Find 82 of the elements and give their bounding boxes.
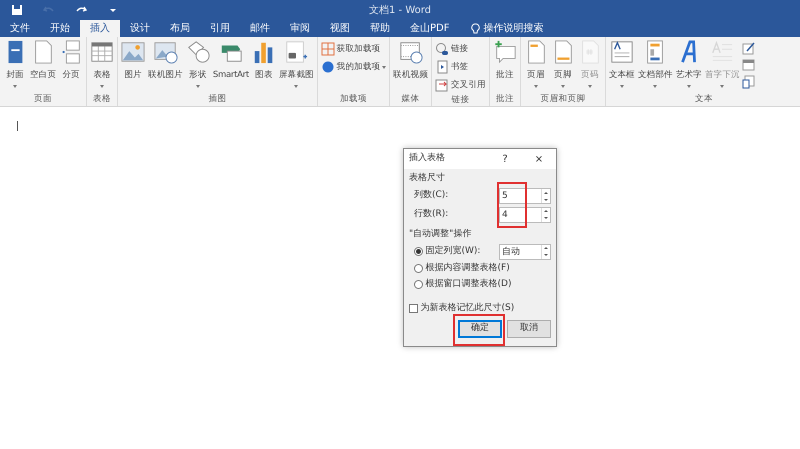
ribbon-tab[interactable]: 邮件 bbox=[240, 20, 280, 37]
help-button[interactable]: ? bbox=[488, 149, 522, 169]
checkbox[interactable] bbox=[409, 304, 418, 313]
field-label: 列数(C): bbox=[414, 189, 450, 202]
ribbon-tab[interactable]: 设计 bbox=[120, 20, 160, 37]
ribbon-tab[interactable]: 文件 bbox=[0, 20, 40, 37]
ribbon-button[interactable]: 艺术字 bbox=[674, 40, 703, 88]
date-time-icon[interactable] bbox=[742, 58, 756, 72]
dialog-button[interactable]: 取消 bbox=[507, 320, 551, 338]
width-spinner[interactable]: 自动 bbox=[499, 244, 551, 260]
online-video-icon bbox=[398, 40, 423, 64]
dialog-title: 插入表格 bbox=[409, 152, 446, 166]
save-icon bbox=[10, 3, 24, 17]
cross-reference-icon bbox=[435, 78, 450, 92]
ribbon-tab[interactable]: 布局 bbox=[160, 20, 200, 37]
ribbon-button[interactable]: 联机图片 bbox=[147, 40, 184, 82]
add-in-icon bbox=[320, 60, 335, 74]
lightbulb-icon bbox=[471, 22, 480, 34]
group-label: 链接 bbox=[450, 94, 470, 107]
ribbon-button[interactable]: 封面 bbox=[2, 40, 28, 88]
section-label: "自动调整"操作 bbox=[409, 228, 472, 240]
ribbon-button[interactable]: 表格 bbox=[89, 40, 116, 88]
group-label: 批注 bbox=[494, 93, 515, 106]
ribbon-button[interactable]: 页眉 bbox=[522, 40, 549, 88]
ribbon-button[interactable]: 我的加载项 bbox=[320, 59, 388, 75]
option-label: 根据内容调整表格(F) bbox=[426, 262, 511, 275]
ribbon-tab[interactable]: 开始 bbox=[40, 20, 80, 37]
bookmark-icon bbox=[435, 60, 450, 74]
ribbon-tab[interactable]: 金山PDF bbox=[400, 20, 460, 37]
ribbon-button[interactable]: 空白页 bbox=[29, 40, 58, 82]
field-label: 行数(R): bbox=[414, 208, 450, 221]
radio-button[interactable] bbox=[414, 264, 423, 274]
picture-icon bbox=[121, 40, 146, 64]
object-icon[interactable] bbox=[742, 75, 756, 89]
comment-icon bbox=[492, 40, 517, 64]
ribbon-button[interactable]: 交叉引用 bbox=[434, 77, 487, 93]
online-picture-icon bbox=[154, 40, 178, 64]
ribbon-button[interactable]: 链接 bbox=[434, 41, 487, 57]
option-label: 根据窗口调整表格(D) bbox=[426, 278, 512, 291]
group-label: 加载项 bbox=[338, 93, 368, 106]
option-label: 固定列宽(W): bbox=[426, 244, 482, 258]
radio-button[interactable] bbox=[414, 280, 423, 290]
ribbon-button[interactable]: 图片 bbox=[120, 40, 146, 82]
ribbon-button[interactable]: 文档部件 bbox=[636, 40, 674, 88]
ribbon-button[interactable]: 批注 bbox=[492, 40, 518, 82]
ribbon-button[interactable]: 分页 bbox=[58, 40, 84, 82]
ribbon-button[interactable]: 文本框 bbox=[608, 40, 636, 88]
ribbon-tab[interactable]: 引用 bbox=[200, 20, 240, 37]
group-label: 插图 bbox=[207, 93, 228, 106]
ribbon-button[interactable]: 图表 bbox=[250, 40, 277, 82]
radio-button[interactable] bbox=[414, 247, 423, 256]
ribbon-button[interactable]: 页脚 bbox=[550, 40, 576, 88]
number-spinner[interactable]: 4 bbox=[499, 206, 551, 222]
window-title: 文档1 - Word bbox=[368, 5, 432, 16]
group-label: 页眉和页脚 bbox=[539, 93, 586, 106]
number-spinner[interactable]: 5 bbox=[499, 188, 551, 204]
table-icon bbox=[90, 40, 114, 64]
ribbon-button[interactable]: 形状 bbox=[184, 40, 211, 88]
link-icon bbox=[435, 42, 450, 56]
ribbon-button[interactable]: 联机视频 bbox=[392, 40, 430, 82]
add-in-store-icon bbox=[320, 42, 335, 56]
text-cursor bbox=[17, 121, 18, 131]
dialog-button[interactable]: 确定 bbox=[458, 320, 502, 338]
close-button[interactable]: × bbox=[522, 149, 556, 169]
group-label: 表格 bbox=[92, 93, 112, 106]
group-label: 页面 bbox=[33, 93, 54, 106]
group-label: 媒体 bbox=[400, 93, 421, 106]
ribbon-button[interactable]: 书签 bbox=[434, 59, 487, 75]
ribbon-button[interactable]: 获取加载项 bbox=[320, 41, 388, 57]
tell-me-search[interactable]: 操作说明搜索 bbox=[465, 20, 550, 37]
ribbon-tab[interactable]: 视图 bbox=[320, 20, 360, 37]
ribbon-button[interactable]: 屏幕截图 bbox=[278, 40, 315, 88]
ribbon-tab[interactable]: 帮助 bbox=[360, 20, 400, 37]
ribbon-tab[interactable]: 插入 bbox=[80, 20, 120, 37]
screenshot-icon bbox=[284, 40, 308, 64]
group-label: 文本 bbox=[694, 93, 714, 106]
text-box-icon bbox=[610, 40, 634, 64]
ribbon-tab[interactable]: 审阅 bbox=[280, 20, 320, 37]
ribbon-button[interactable]: SmartArt bbox=[212, 40, 250, 82]
section-label: 表格尺寸 bbox=[409, 172, 446, 185]
drop-cap-icon bbox=[710, 40, 734, 64]
checkbox-label: 为新表格记忆此尺寸(S) bbox=[420, 302, 514, 314]
